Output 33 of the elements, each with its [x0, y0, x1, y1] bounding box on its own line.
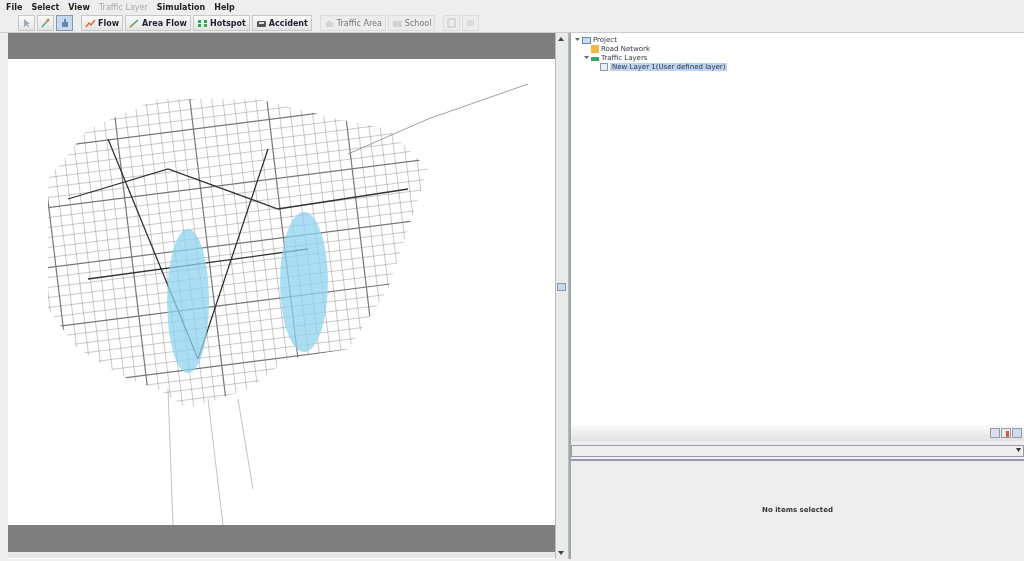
document-icon	[447, 18, 457, 28]
dropdown-arrow-icon	[1014, 446, 1023, 454]
building-icon	[391, 18, 403, 28]
line-tool-icon	[41, 18, 50, 28]
collapse-icon[interactable]	[575, 37, 580, 42]
chart-icon[interactable]	[1001, 428, 1011, 438]
scroll-down-icon[interactable]	[556, 549, 566, 557]
chart-line-icon	[85, 18, 96, 28]
cursor-icon	[22, 18, 31, 28]
layer-icon	[600, 62, 608, 71]
menu-item[interactable]: Simulation	[156, 2, 206, 12]
tool-button[interactable]	[37, 15, 54, 31]
toolbar-button[interactable]: Flow	[81, 15, 124, 31]
hand-icon	[60, 18, 69, 28]
scrollbar-thumb[interactable]	[557, 283, 566, 291]
menu-item[interactable]: View	[68, 2, 90, 12]
tool-button[interactable]	[56, 15, 73, 31]
scroll-up-icon[interactable]	[556, 35, 566, 43]
tool-button[interactable]	[18, 15, 35, 31]
dropdown-field[interactable]	[571, 445, 1024, 457]
project-icon	[582, 35, 591, 44]
pen-icon	[129, 18, 141, 28]
collapse-icon[interactable]	[584, 55, 589, 60]
menu-item[interactable]: Select	[31, 2, 60, 12]
toolbar-button[interactable]: Area Flow	[125, 15, 191, 31]
map-view-icon[interactable]	[1012, 428, 1022, 438]
menu-item[interactable]: File	[6, 2, 23, 12]
toolbar-button[interactable]: Hotspot	[192, 15, 250, 31]
dots-grid-icon	[196, 18, 208, 28]
tree-view-icon[interactable]	[990, 428, 1000, 438]
house-icon	[323, 18, 335, 28]
toolbar-button[interactable]: Accident	[251, 15, 312, 31]
menu-item[interactable]: Help	[214, 2, 235, 12]
